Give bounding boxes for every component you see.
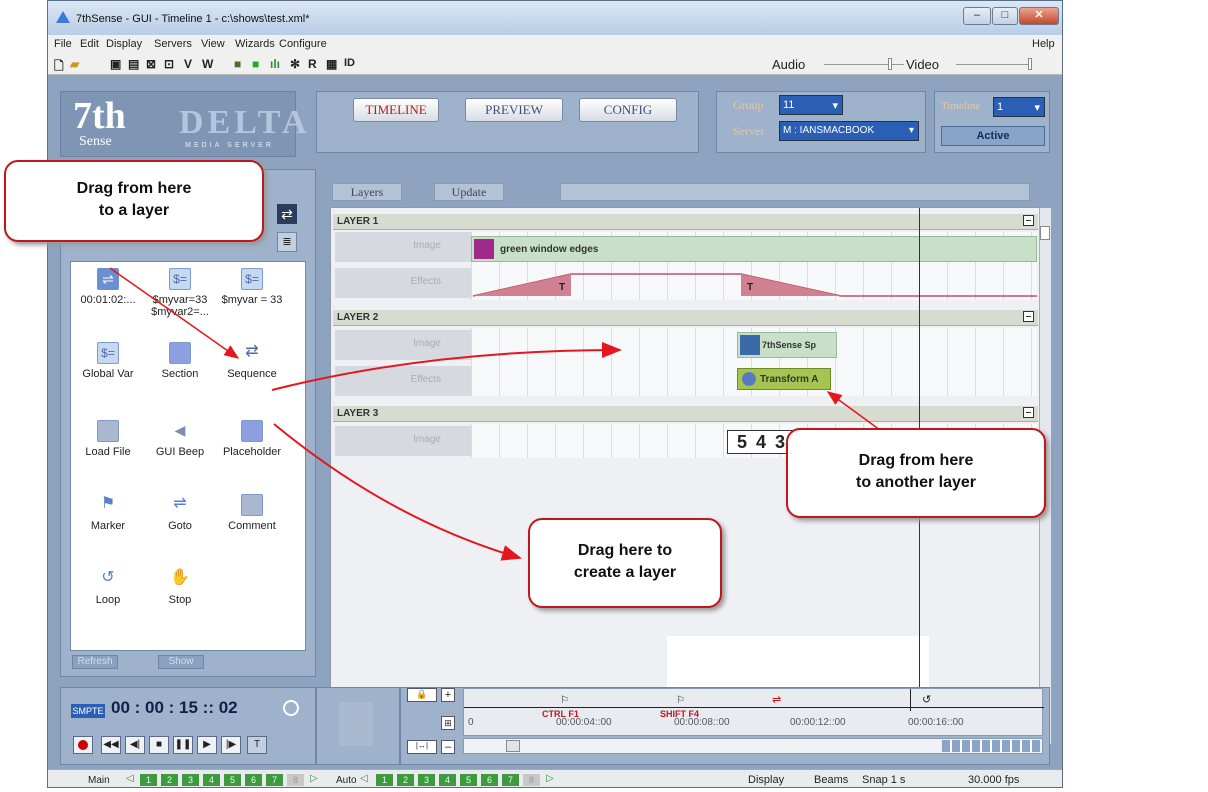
arrow-to-sequence [109,267,240,359]
annotation-arrows [109,267,881,561]
arrow-to-layer2 [271,342,622,391]
callout-drag-to-layer: Drag from here to a layer [4,160,264,242]
arrow-to-new-layer [273,423,522,561]
arrow-to-transform [826,391,881,431]
callout-drag-to-another-layer: Drag from here to another layer [786,428,1046,518]
callout-create-layer: Drag here to create a layer [528,518,722,608]
